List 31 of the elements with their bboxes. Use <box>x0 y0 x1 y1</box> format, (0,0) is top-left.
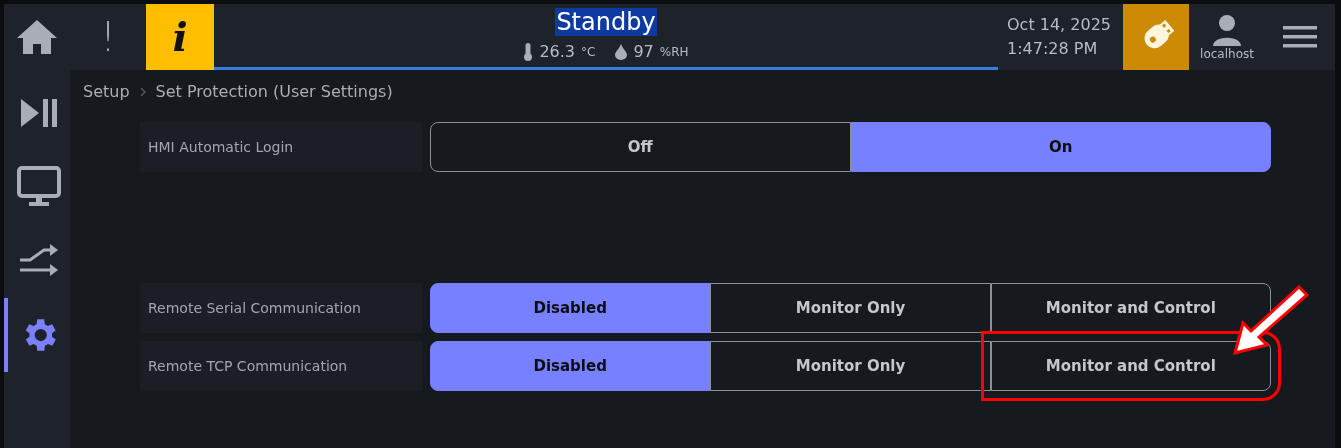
monitor-icon <box>16 165 62 209</box>
date-text: Oct 14, 2025 <box>1007 14 1112 36</box>
home-icon <box>15 17 59 57</box>
segment-option[interactable]: Disabled <box>430 341 711 391</box>
user-icon <box>1210 13 1244 47</box>
segment-option[interactable]: On <box>850 122 1271 172</box>
breadcrumb-item: Set Protection (User Settings) <box>155 81 393 103</box>
status-title: Standby <box>555 7 657 36</box>
temperature-unit: °C <box>581 43 596 61</box>
chevron-icon <box>139 87 146 97</box>
info-button[interactable]: i <box>146 4 214 70</box>
setting-label: Remote Serial Communication <box>140 283 422 333</box>
setting-label: Remote TCP Communication <box>140 341 422 391</box>
temperature-value: 26.3 <box>539 40 576 63</box>
humidity-unit: %RH <box>659 43 689 61</box>
segment-option[interactable]: Off <box>430 122 851 172</box>
play-pause-icon <box>19 97 59 129</box>
usb-drive-button[interactable] <box>1123 4 1189 70</box>
menu-icon <box>1283 24 1317 50</box>
segment-option[interactable]: Monitor and Control <box>990 283 1271 333</box>
segment-option[interactable]: Monitor Only <box>710 283 991 333</box>
setting-label: HMI Automatic Login <box>140 122 422 172</box>
user-button[interactable]: localhost <box>1189 4 1265 70</box>
thermometer-icon <box>523 42 534 61</box>
humidity-value: 97 <box>633 40 654 63</box>
time-text: 1:47:28 PM <box>1007 38 1099 60</box>
humidity-drop-icon <box>615 43 628 60</box>
segment-option[interactable]: Disabled <box>430 283 711 333</box>
segment-option[interactable]: Monitor Only <box>710 341 991 391</box>
alert-button[interactable]: ! <box>70 4 146 70</box>
breadcrumb-item[interactable]: Setup <box>83 80 130 104</box>
